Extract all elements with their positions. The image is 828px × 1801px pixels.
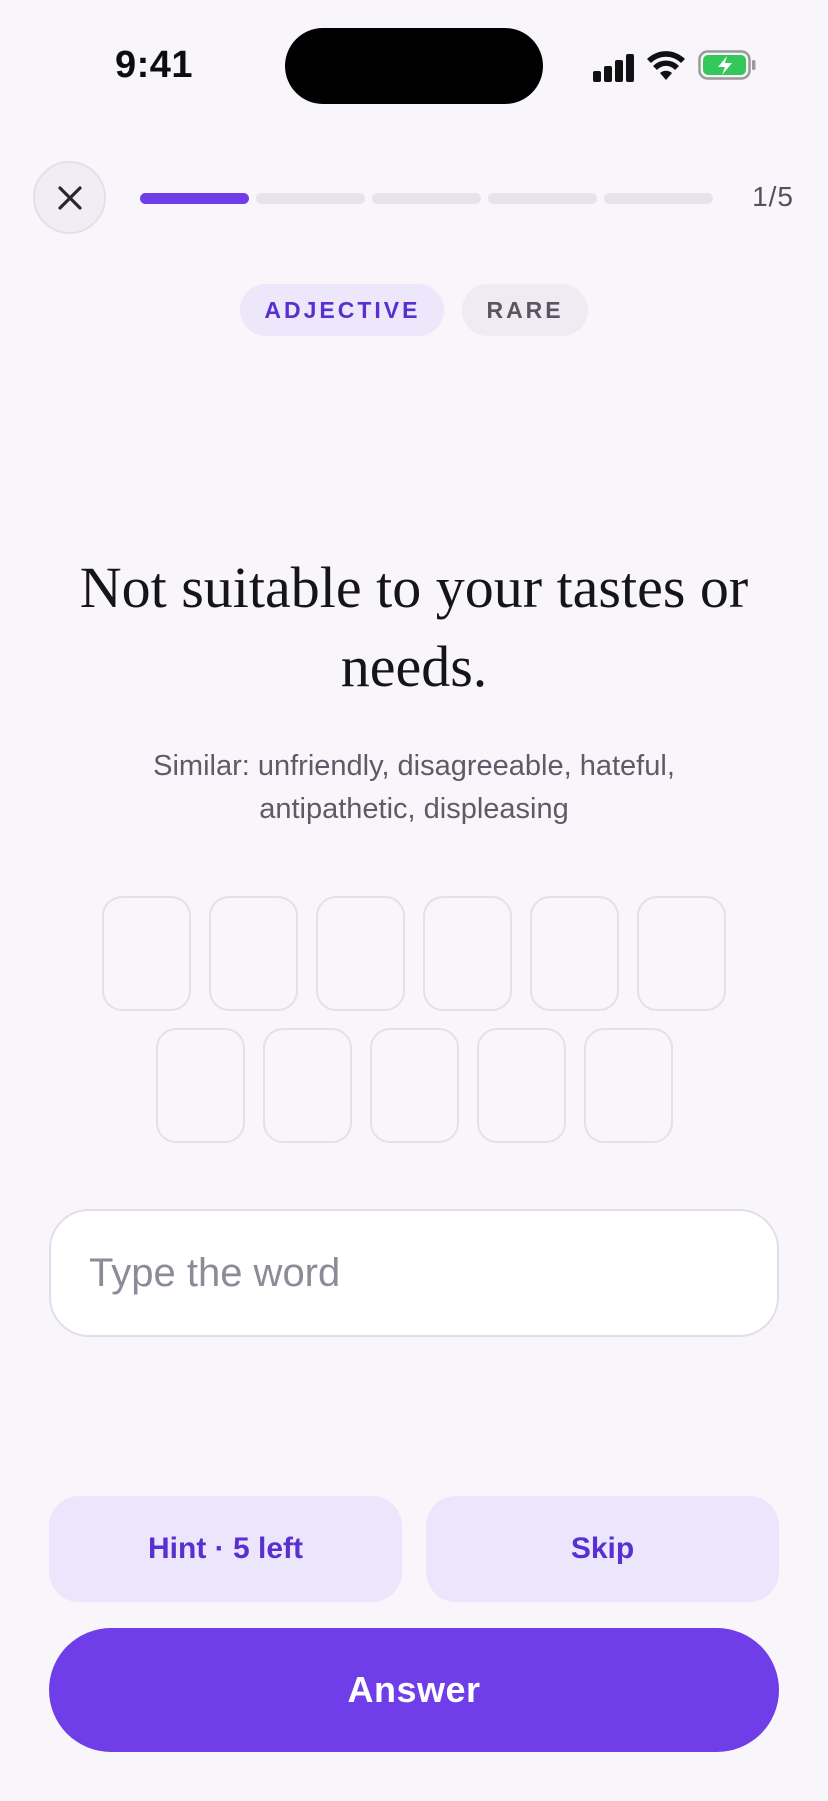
status-time: 9:41 <box>115 44 194 86</box>
progress-bar <box>140 193 713 204</box>
letter-box <box>583 1028 673 1143</box>
word-tags: ADJECTIVE RARE <box>0 284 828 336</box>
letter-box <box>155 1028 245 1143</box>
letter-box <box>316 896 405 1011</box>
answer-button[interactable]: Answer <box>49 1628 779 1752</box>
progress-segment <box>140 193 249 204</box>
skip-button[interactable]: Skip <box>426 1496 779 1602</box>
progress-segment <box>604 193 713 204</box>
letter-box <box>476 1028 566 1143</box>
wifi-icon <box>647 51 685 80</box>
hint-button[interactable]: Hint · 5 left <box>49 1496 402 1602</box>
letter-boxes-row-1 <box>0 896 828 1011</box>
letter-box <box>530 896 619 1011</box>
part-of-speech-tag: ADJECTIVE <box>240 284 445 336</box>
signal-icon <box>593 52 635 82</box>
definition-text: Not suitable to your tastes or needs. <box>79 555 749 699</box>
close-button[interactable] <box>33 161 106 234</box>
close-icon <box>57 185 82 210</box>
dynamic-island <box>285 28 543 104</box>
battery-charging-icon <box>698 50 756 80</box>
letter-box <box>102 896 191 1011</box>
letter-box <box>209 896 298 1011</box>
question-counter: 1/5 <box>752 181 794 212</box>
letter-box <box>423 896 512 1011</box>
progress-segment <box>372 193 481 204</box>
letter-box <box>637 896 726 1011</box>
status-bar: 9:41 <box>0 0 828 120</box>
letter-boxes-row-2 <box>0 1028 828 1143</box>
progress-segment <box>488 193 597 204</box>
similar-words: Similar: unfriendly, disagreeable, hatef… <box>153 750 675 825</box>
letter-box <box>262 1028 352 1143</box>
letter-box <box>369 1028 459 1143</box>
progress-segment <box>256 193 365 204</box>
answer-input[interactable] <box>49 1209 779 1337</box>
frequency-tag: RARE <box>462 284 588 336</box>
